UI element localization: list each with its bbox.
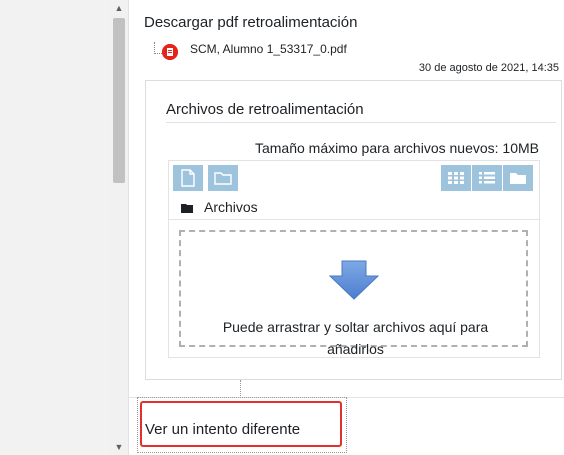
feedback-file-link[interactable]: SCM, Alumno 1_53317_0.pdf: [190, 42, 347, 56]
folder-icon: [510, 173, 526, 184]
scroll-down-icon[interactable]: ▼: [113, 441, 125, 453]
tree-connector: [240, 380, 241, 398]
arrow-down-icon: [329, 260, 379, 300]
drop-text-line-1: Puede arrastrar y soltar archivos aquí p…: [222, 319, 489, 335]
add-file-button[interactable]: [173, 165, 203, 191]
file-icon: [181, 169, 195, 187]
create-folder-button[interactable]: [208, 165, 238, 191]
view-list-button[interactable]: [472, 165, 502, 191]
max-size-text: Tamaño máximo para archivos nuevos: 10MB: [254, 140, 539, 156]
vertical-scrollbar[interactable]: ▲ ▼: [110, 0, 129, 455]
file-manager-toolbar: [169, 161, 539, 195]
feedback-files-title: Archivos de retroalimentación: [166, 101, 364, 118]
feedback-file-date: 30 de agosto de 2021, 14:35: [418, 62, 559, 74]
file-manager-path: Archivos: [169, 195, 539, 220]
pdf-icon-glyph: [162, 44, 178, 60]
scroll-up-icon[interactable]: ▲: [113, 2, 125, 14]
list-icon: [479, 172, 495, 184]
scroll-thumb[interactable]: [113, 18, 125, 183]
drop-text-line-2: añadirlos: [327, 341, 384, 357]
left-gutter: [0, 0, 110, 455]
drop-zone[interactable]: Puede arrastrar y soltar archivos aquí p…: [179, 230, 528, 357]
view-tree-button[interactable]: [503, 165, 533, 191]
folder-icon: [181, 204, 193, 213]
file-manager: Archivos Puede arrastrar y soltar archiv…: [168, 160, 540, 358]
drop-instructions: Puede arrastrar y soltar archivos aquí p…: [181, 316, 530, 360]
feedback-files-panel: Archivos de retroalimentación Tamaño máx…: [145, 80, 562, 380]
folder-icon: [214, 172, 232, 185]
path-label[interactable]: Archivos: [204, 199, 258, 215]
view-icons-button[interactable]: [441, 165, 471, 191]
pdf-icon[interactable]: [162, 44, 178, 60]
grid-icon: [448, 172, 464, 184]
main-content: Descargar pdf retroalimentación SCM, Alu…: [128, 0, 564, 455]
view-other-attempt-link[interactable]: Ver un intento diferente: [145, 421, 300, 438]
feedback-pdf-title: Descargar pdf retroalimentación: [144, 14, 358, 31]
title-divider: [166, 122, 556, 123]
